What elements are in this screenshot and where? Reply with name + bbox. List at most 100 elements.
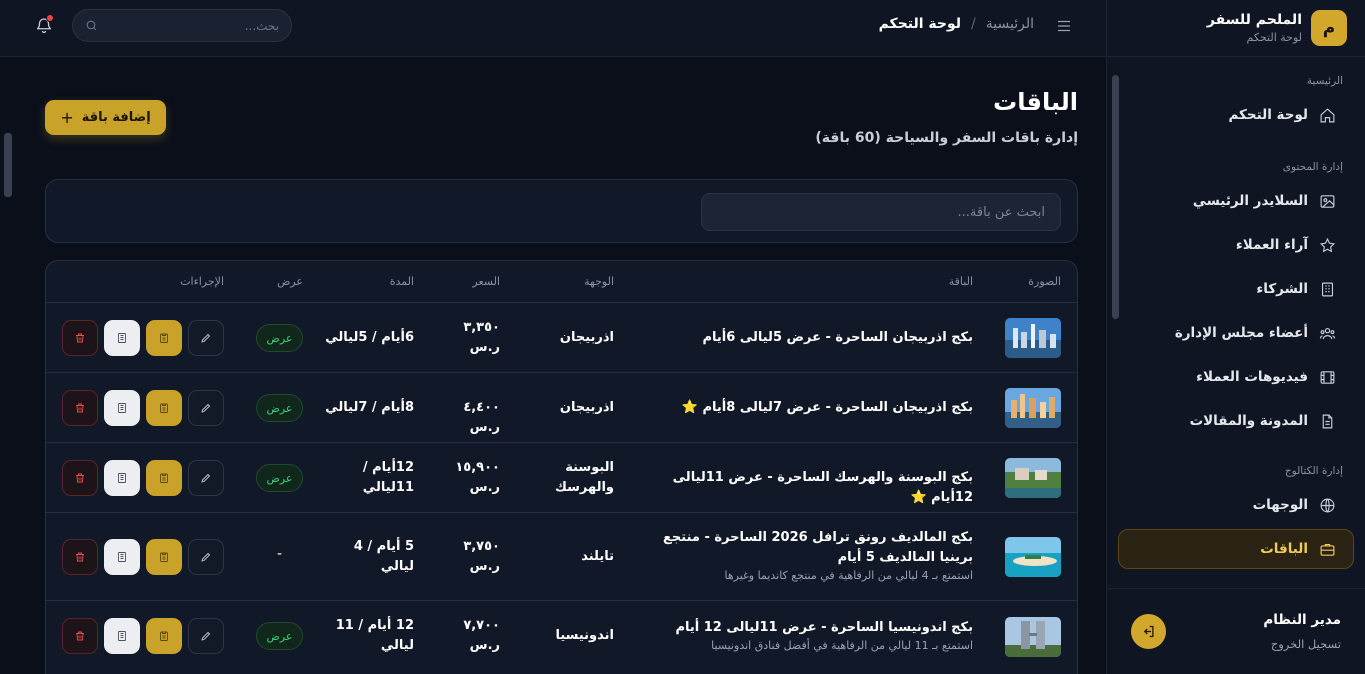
edit-button[interactable] <box>188 539 224 575</box>
breadcrumb-separator: / <box>971 16 976 32</box>
package-price: ١٥,٩٠٠ ر.س <box>455 460 500 495</box>
sidebar-item-label: الباقات <box>1260 541 1308 557</box>
edit-button[interactable] <box>188 390 224 426</box>
breadcrumb: الرئيسية / لوحة التحكم <box>879 16 1034 32</box>
delete-button[interactable] <box>62 539 98 575</box>
logout-button[interactable] <box>1131 614 1166 649</box>
sidebar-scrollbar[interactable] <box>1112 75 1119 319</box>
package-title: بكج اذربيجان الساحرة - عرض 7ليالى 8أيام … <box>681 400 973 415</box>
status-badge[interactable]: عرض <box>256 622 303 650</box>
brand-logo: م <box>1311 10 1347 46</box>
header-duration: المدة <box>389 275 414 288</box>
edit-button[interactable] <box>188 320 224 356</box>
brand-subtitle: لوحة التحكم <box>1246 31 1302 44</box>
header-price: السعر <box>472 275 500 288</box>
sidebar-item-testimonials[interactable]: آراء العملاء <box>1118 225 1354 265</box>
page-scrollbar-thumb[interactable] <box>4 133 12 197</box>
delete-button[interactable] <box>62 618 98 654</box>
edit-button[interactable] <box>188 460 224 496</box>
itinerary-button[interactable] <box>104 539 140 575</box>
add-package-button[interactable]: إضافة باقة + <box>45 100 166 135</box>
gallery-button[interactable] <box>146 390 182 426</box>
package-thumbnail <box>1005 388 1061 428</box>
gallery-button[interactable] <box>146 320 182 356</box>
pencil-icon <box>200 551 212 563</box>
trash-icon <box>74 402 86 414</box>
package-thumbnail <box>1005 617 1061 657</box>
top-bar: الرئيسية / لوحة التحكم <box>0 0 1106 57</box>
menu-icon[interactable] <box>1055 17 1073 35</box>
edit-button[interactable] <box>188 618 224 654</box>
building-icon <box>116 332 128 344</box>
package-thumbnail <box>1005 458 1061 498</box>
sidebar-item-slider[interactable]: السلايدر الرئيسي <box>1118 181 1354 221</box>
packages-table: الصورة الباقة الوجهة السعر المدة عرض الإ… <box>45 260 1078 674</box>
package-price: ٧,٧٠٠ ر.س <box>463 618 500 653</box>
table-row: بكج اندونيسيا الساحرة - عرض 11ليالى 12 أ… <box>46 601 1077 673</box>
itinerary-button[interactable] <box>104 618 140 654</box>
package-destination: اذربيجان <box>559 400 614 415</box>
sidebar-item-partners[interactable]: الشركاء <box>1118 269 1354 309</box>
building-icon <box>116 402 128 414</box>
film-icon <box>1319 369 1336 386</box>
delete-button[interactable] <box>62 320 98 356</box>
sidebar-item-dashboard[interactable]: لوحة التحكم <box>1118 95 1354 135</box>
package-title: بكج اندونيسيا الساحرة - عرض 11ليالى 12 أ… <box>675 620 973 635</box>
header-package: الباقة <box>948 275 973 288</box>
clipboard-icon <box>158 551 170 563</box>
gallery-button[interactable] <box>146 618 182 654</box>
sidebar-item-destinations[interactable]: الوجهات <box>1118 485 1354 525</box>
sidebar-item-blog[interactable]: المدونة والمقالات <box>1118 401 1354 441</box>
header-actions: الإجراءات <box>180 275 224 288</box>
sidebar-item-label: فيديوهات العملاء <box>1196 369 1308 385</box>
status-empty: - <box>276 546 283 562</box>
top-search-input[interactable] <box>106 18 279 33</box>
pencil-icon <box>200 402 212 414</box>
logout-link[interactable]: تسجيل الخروج <box>1263 637 1341 651</box>
package-duration: 12 أيام / 11 ليالي <box>335 618 414 653</box>
sidebar-item-label: الوجهات <box>1252 497 1308 513</box>
page-scrollbar[interactable] <box>0 58 18 674</box>
gallery-button[interactable] <box>146 460 182 496</box>
sidebar-item-board[interactable]: أعضاء مجلس الإدارة <box>1118 313 1354 353</box>
pencil-icon <box>200 630 212 642</box>
sidebar-item-label: الشركاء <box>1256 281 1308 297</box>
status-badge[interactable]: عرض <box>256 464 303 492</box>
filter-card <box>45 179 1078 243</box>
delete-button[interactable] <box>62 460 98 496</box>
table-row: بكج اذربيجان الساحرة - عرض 5ليالى 6أيام … <box>46 303 1077 373</box>
package-price: ٣,٧٥٠ ر.س <box>463 539 500 574</box>
itinerary-button[interactable] <box>104 320 140 356</box>
building-icon <box>116 551 128 563</box>
itinerary-button[interactable] <box>104 460 140 496</box>
package-price: ٤,٤٠٠ ر.س <box>463 400 500 435</box>
sidebar-item-packages[interactable]: الباقات <box>1118 529 1354 569</box>
building-icon <box>116 472 128 484</box>
clipboard-icon <box>158 472 170 484</box>
sidebar-item-label: المدونة والمقالات <box>1189 413 1308 429</box>
sidebar-item-videos[interactable]: فيديوهات العملاء <box>1118 357 1354 397</box>
brand-name: الملحم للسفر <box>1206 12 1302 28</box>
home-icon <box>1319 107 1336 124</box>
bell-icon[interactable] <box>33 14 54 36</box>
breadcrumb-current: لوحة التحكم <box>878 16 962 32</box>
clipboard-icon <box>158 630 170 642</box>
users-icon <box>1319 325 1336 342</box>
package-title: بكج اذربيجان الساحرة - عرض 5ليالى 6أيام <box>702 330 974 345</box>
package-destination: اندونيسيا <box>555 628 614 643</box>
sidebar: م الملحم للسفر لوحة التحكم الرئيسية لوحة… <box>1106 0 1365 674</box>
building-icon <box>1319 281 1336 298</box>
itinerary-button[interactable] <box>104 390 140 426</box>
notification-dot <box>46 14 54 22</box>
status-badge[interactable]: عرض <box>256 324 303 352</box>
header-destination: الوجهة <box>584 275 614 288</box>
status-badge[interactable]: عرض <box>256 394 303 422</box>
package-price: ٣,٣٥٠ ر.س <box>463 320 500 355</box>
package-thumbnail <box>1005 318 1061 358</box>
breadcrumb-home[interactable]: الرئيسية <box>986 16 1034 32</box>
package-search-input[interactable] <box>701 193 1061 231</box>
package-thumbnail <box>1005 537 1061 577</box>
delete-button[interactable] <box>62 390 98 426</box>
building-icon <box>116 630 128 642</box>
gallery-button[interactable] <box>146 539 182 575</box>
